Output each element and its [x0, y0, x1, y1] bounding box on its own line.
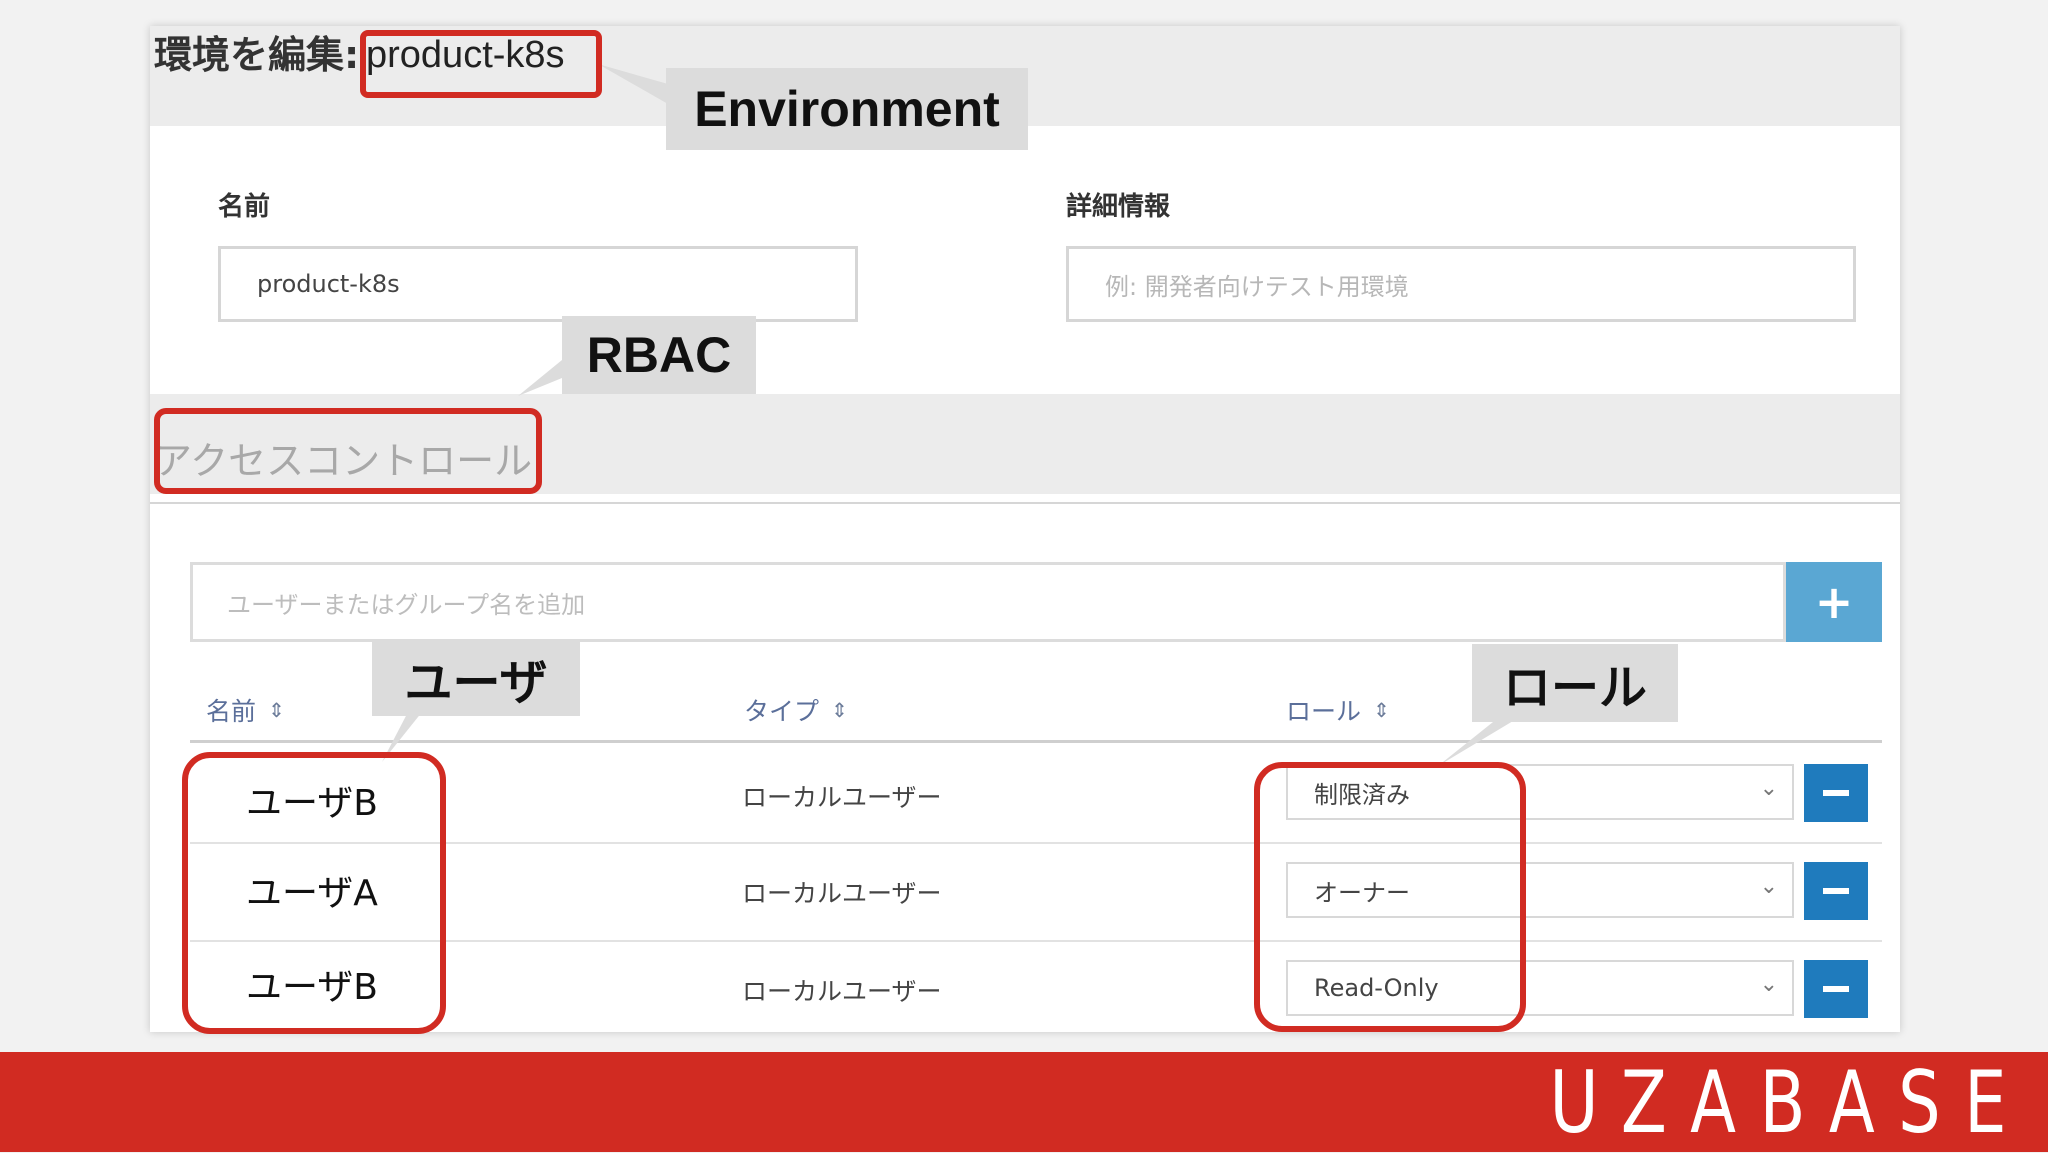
environment-highlight — [360, 30, 602, 98]
remove-member-button[interactable] — [1804, 862, 1868, 920]
role-callout: ロール — [1472, 644, 1678, 722]
plus-icon: + — [1814, 575, 1854, 629]
rbac-callout: RBAC — [562, 316, 756, 394]
member-type: ローカルユーザー — [742, 977, 942, 1006]
table-header-divider — [190, 740, 1882, 743]
sort-icon: ⇕ — [831, 698, 848, 722]
user-column-highlight — [182, 752, 446, 1034]
column-header-name[interactable]: 名前 ⇕ — [206, 692, 285, 728]
description-input[interactable]: 例: 開発者向けテスト用環境 — [1066, 246, 1856, 322]
brand-logo: UZABASE — [1549, 1053, 2030, 1153]
minus-icon — [1823, 888, 1849, 894]
chevron-down-icon: ⌄ — [1759, 776, 1778, 801]
chevron-down-icon: ⌄ — [1759, 972, 1778, 997]
chevron-down-icon: ⌄ — [1759, 874, 1778, 899]
section-divider — [150, 502, 1900, 504]
column-header-role[interactable]: ロール ⇕ — [1286, 692, 1390, 728]
sort-icon: ⇕ — [268, 698, 285, 722]
add-member-button[interactable]: + — [1786, 562, 1882, 642]
minus-icon — [1823, 986, 1849, 992]
description-label: 詳細情報 — [1066, 192, 1171, 222]
footer-bar: UZABASE — [0, 1052, 2048, 1152]
remove-member-button[interactable] — [1804, 764, 1868, 822]
column-header-name-label: 名前 — [206, 697, 257, 726]
column-header-type-label: タイプ — [744, 697, 820, 726]
sort-icon: ⇕ — [1373, 698, 1390, 722]
column-header-type[interactable]: タイプ ⇕ — [744, 692, 848, 728]
access-control-highlight — [154, 408, 542, 494]
member-type: ローカルユーザー — [742, 879, 942, 908]
minus-icon — [1823, 790, 1849, 796]
name-input[interactable]: product-k8s — [218, 246, 858, 322]
add-user-group-input[interactable]: ユーザーまたはグループ名を追加 — [190, 562, 1786, 642]
environment-callout: Environment — [666, 68, 1028, 150]
remove-member-button[interactable] — [1804, 960, 1868, 1018]
page-title-prefix: 環境を編集: — [154, 33, 360, 77]
name-label: 名前 — [218, 192, 271, 222]
user-callout: ユーザ — [372, 640, 580, 716]
role-column-highlight — [1254, 762, 1526, 1032]
column-header-role-label: ロール — [1286, 697, 1362, 726]
member-type: ローカルユーザー — [742, 783, 942, 812]
